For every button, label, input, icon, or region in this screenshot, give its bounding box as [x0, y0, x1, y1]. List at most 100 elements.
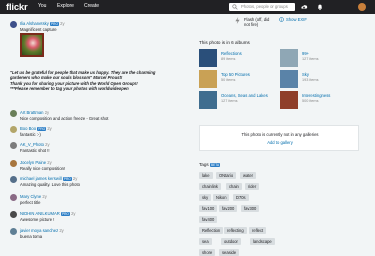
award-image	[20, 33, 44, 57]
album-name[interactable]: Reflections	[221, 51, 242, 56]
commenter-avatar[interactable]	[10, 126, 17, 133]
search-input[interactable]: Photos, people or groups	[229, 3, 295, 11]
notifications-bell-icon[interactable]	[316, 3, 324, 11]
album-name[interactable]: Top 50 Pictures	[221, 72, 250, 77]
tag-item[interactable]: Nikon	[213, 194, 230, 201]
comment-text: Amazing quality. Love this photo	[20, 182, 80, 187]
tag-item[interactable]: chain	[226, 183, 242, 190]
tag-item[interactable]: fav300	[241, 205, 260, 212]
commenter-name[interactable]: Mary Clyne 2y	[20, 194, 47, 199]
pro-badge: PRO	[37, 126, 47, 131]
tag-item[interactable]: shore	[199, 249, 216, 256]
comment-text: Magnificent capture	[20, 27, 57, 32]
top-navigation-bar: flickr You Explore Create Photos, people…	[0, 0, 375, 14]
albums-title: This photo is in 6 albums	[199, 40, 250, 45]
commenter-name[interactable]: michael james kerswill PRO 2y	[20, 176, 77, 181]
commenter-avatar[interactable]	[10, 21, 17, 28]
comment-text: buena toma	[20, 234, 43, 239]
galleries-empty-text: This photo is currently not in any galle…	[241, 132, 319, 137]
tag-item[interactable]: outdoor	[221, 238, 241, 245]
tag-item[interactable]: fav200	[219, 205, 238, 212]
album-thumbnail[interactable]	[199, 91, 217, 109]
tag-item[interactable]: rider	[245, 183, 260, 190]
album-count: 127 items	[221, 99, 238, 103]
album-item[interactable]: Sky 193 items	[280, 70, 360, 88]
album-name[interactable]: Interestingness	[302, 93, 330, 98]
commenter-avatar[interactable]	[10, 110, 17, 117]
comment-text: perfect title	[20, 200, 41, 205]
show-exif-link[interactable]: Show EXIF	[286, 17, 307, 22]
tag-item[interactable]: chainlink	[199, 183, 221, 190]
tag-item[interactable]: water	[240, 172, 257, 179]
award-quote-text: "Let us be grateful for people that make…	[10, 70, 156, 92]
album-item[interactable]: Reflections 89 items	[199, 49, 279, 67]
album-count: 127 items	[302, 57, 319, 61]
tag-item[interactable]: lake	[199, 172, 213, 179]
user-avatar[interactable]	[358, 3, 366, 11]
commenter-avatar[interactable]	[10, 194, 17, 201]
upload-icon[interactable]	[300, 3, 308, 11]
album-thumbnail[interactable]	[280, 70, 298, 88]
search-placeholder: Photos, people or groups	[241, 4, 288, 9]
album-name[interactable]: 99+	[302, 51, 309, 56]
nav-you[interactable]: You	[38, 3, 46, 9]
album-item[interactable]: Top 50 Pictures 50 items	[199, 70, 279, 88]
tags-title: Tags BETA	[199, 162, 221, 167]
tag-item[interactable]: D70s	[233, 194, 249, 201]
info-icon	[279, 17, 284, 22]
album-item[interactable]: 99+ 127 items	[280, 49, 360, 67]
comment-text: fantastic :-)	[20, 132, 41, 137]
add-to-gallery-link[interactable]: Add to gallery	[200, 140, 360, 145]
tag-item[interactable]: ONtario	[216, 172, 237, 179]
flash-label: Flash (off, did not fire)	[244, 17, 270, 27]
commenter-name[interactable]: NIDHIN ANILKUMAR PRO 2y	[20, 211, 76, 216]
commenter-name[interactable]: Boo Boo PRO 2y	[20, 126, 52, 131]
album-count: 50 items	[221, 78, 236, 82]
tag-item[interactable]: fav400	[199, 216, 218, 223]
commenter-avatar[interactable]	[10, 160, 17, 167]
search-icon	[232, 4, 238, 10]
commenter-name[interactable]: Ilia Alshanetsky PRO 2y	[20, 21, 65, 26]
comments-column: Ilia Alshanetsky PRO 2y Magnificent capt…	[0, 14, 190, 252]
beta-badge: BETA	[209, 162, 221, 167]
galleries-box: This photo is currently not in any galle…	[199, 125, 359, 151]
commenter-avatar[interactable]	[10, 176, 17, 183]
pro-badge: PRO	[60, 211, 70, 216]
commenter-name[interactable]: Jocelyn Paine 2y	[20, 160, 52, 165]
album-thumbnail[interactable]	[199, 70, 217, 88]
flash-icon	[235, 17, 240, 24]
comment-text: Fantastic shot !!	[20, 148, 50, 153]
album-item[interactable]: Oceans, Seas and Lakes 127 items	[199, 91, 279, 109]
tag-item[interactable]: seaside	[219, 249, 240, 256]
flickr-logo[interactable]: flickr	[6, 2, 28, 13]
album-count: 193 items	[302, 78, 319, 82]
album-item[interactable]: Interestingness 500 items	[280, 91, 360, 109]
album-name[interactable]: Oceans, Seas and Lakes	[221, 93, 268, 98]
pro-badge: PRO	[50, 21, 59, 26]
commenter-name[interactable]: AK_V_Photo 2y	[20, 142, 50, 147]
comment-text: Nice composition and action freeze - Gre…	[20, 116, 109, 121]
commenter-avatar[interactable]	[10, 228, 17, 235]
nav-create[interactable]: Create	[84, 3, 99, 9]
tag-item[interactable]: landscape	[250, 238, 275, 245]
nav-explore[interactable]: Explore	[57, 3, 74, 9]
tag-item[interactable]: Reflection	[199, 227, 224, 234]
album-count: 89 items	[221, 57, 236, 61]
commenter-avatar[interactable]	[10, 211, 17, 218]
comment-text: Awesome picture !	[20, 217, 55, 222]
comment-text: Really nice composition!	[20, 166, 66, 171]
album-name[interactable]: Sky	[302, 72, 309, 77]
commenter-name[interactable]: javier moya sanchez 2y	[20, 228, 64, 233]
tag-item[interactable]: reflecting	[224, 227, 247, 234]
tag-item[interactable]: sea	[199, 238, 212, 245]
album-thumbnail[interactable]	[280, 91, 298, 109]
commenter-avatar[interactable]	[10, 142, 17, 149]
pro-badge: PRO	[62, 176, 72, 181]
tag-item[interactable]: sky	[199, 194, 212, 201]
commenter-name[interactable]: Art Brattman 2y	[20, 110, 49, 115]
album-thumbnail[interactable]	[199, 49, 217, 67]
album-thumbnail[interactable]	[280, 49, 298, 67]
tag-item[interactable]: reflect	[249, 227, 267, 234]
tag-item[interactable]: fav100	[199, 205, 218, 212]
album-count: 500 items	[302, 99, 319, 103]
